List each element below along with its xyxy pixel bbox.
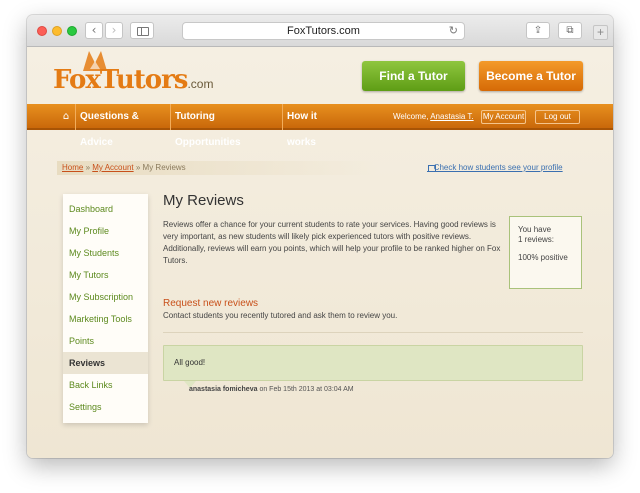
logout-button[interactable]: Log out <box>535 110 580 124</box>
breadcrumb-separator: » <box>135 163 141 172</box>
share-icon[interactable]: ⇪ <box>526 22 550 39</box>
review-stats-box: You have 1 reviews: 100% positive <box>509 216 582 289</box>
web-page: FoxTutors.com Find a Tutor Become a Tuto… <box>27 47 613 458</box>
request-reviews-link[interactable]: Request new reviews <box>163 298 258 309</box>
stats-line-1: You have <box>518 225 552 234</box>
address-bar[interactable]: FoxTutors.com ↻ <box>182 22 465 40</box>
welcome-prefix: Welcome, <box>393 112 429 121</box>
sidebar-item-settings[interactable]: Settings <box>63 396 148 418</box>
breadcrumb-current: My Reviews <box>142 163 186 172</box>
welcome-text: Welcome, Anastasia T. <box>393 104 474 130</box>
review-meta: anastasia fomicheva on Feb 15th 2013 at … <box>189 386 354 393</box>
sidebar-toggle-icon[interactable] <box>130 22 154 39</box>
breadcrumb-separator: » <box>85 163 91 172</box>
sidebar-item-my-subscription[interactable]: My Subscription <box>63 286 148 308</box>
breadcrumb: Home » My Account » My Reviews <box>62 162 186 174</box>
new-tab-button[interactable]: + <box>593 25 608 40</box>
logo-suffix: .com <box>187 77 214 91</box>
page-title: My Reviews <box>163 192 244 209</box>
sidebar-item-marketing-tools[interactable]: Marketing Tools <box>63 308 148 330</box>
check-profile-link-text: Check how students see your profile <box>433 163 563 172</box>
logo-text: FoxTutors <box>53 65 188 95</box>
url-text: FoxTutors.com <box>287 25 360 37</box>
site-logo[interactable]: FoxTutors.com <box>53 65 213 95</box>
account-sidebar: Dashboard My Profile My Students My Tuto… <box>63 194 148 423</box>
request-reviews-description: Contact students you recently tutored an… <box>163 311 398 320</box>
nav-questions-advice[interactable]: Questions & Advice <box>75 104 168 148</box>
find-tutor-button[interactable]: Find a Tutor <box>362 61 465 91</box>
close-window-button[interactable] <box>37 26 47 36</box>
breadcrumb-home-link[interactable]: Home <box>62 163 83 172</box>
sidebar-item-points[interactable]: Points <box>63 330 148 352</box>
review-author: anastasia fomicheva <box>189 386 258 393</box>
reviews-intro-text: Reviews offer a chance for your current … <box>163 220 501 265</box>
zoom-window-button[interactable] <box>67 26 77 36</box>
review-card: All good! <box>163 345 583 381</box>
sidebar-item-my-tutors[interactable]: My Tutors <box>63 264 148 286</box>
sidebar-item-dashboard[interactable]: Dashboard <box>63 198 148 220</box>
stats-line-2: 1 reviews: <box>518 235 555 244</box>
sidebar-item-my-students[interactable]: My Students <box>63 242 148 264</box>
nav-tutoring-opportunities[interactable]: Tutoring Opportunities <box>170 104 280 148</box>
browser-toolbar: ‹ › FoxTutors.com ↻ ⇪ ⧉ + <box>27 15 613 47</box>
my-account-button[interactable]: My Account <box>481 110 526 124</box>
sidebar-item-back-links[interactable]: Back Links <box>63 374 148 396</box>
reload-icon[interactable]: ↻ <box>449 23 458 39</box>
section-divider <box>163 332 583 333</box>
back-button[interactable]: ‹ <box>85 22 103 39</box>
home-icon[interactable]: ⌂ <box>58 104 74 130</box>
main-nav: ⌂ Questions & Advice Tutoring Opportunit… <box>27 104 613 148</box>
minimize-window-button[interactable] <box>52 26 62 36</box>
tabs-overview-icon[interactable]: ⧉ <box>558 22 582 39</box>
browser-window: ‹ › FoxTutors.com ↻ ⇪ ⧉ + FoxTutors.com … <box>27 15 613 458</box>
breadcrumb-account-link[interactable]: My Account <box>92 163 133 172</box>
check-profile-link[interactable]: Check how students see your profile <box>427 162 563 174</box>
sidebar-item-reviews[interactable]: Reviews <box>63 352 148 374</box>
review-date: on Feb 15th 2013 at 03:04 AM <box>259 386 354 393</box>
sidebar-item-my-profile[interactable]: My Profile <box>63 220 148 242</box>
become-tutor-button[interactable]: Become a Tutor <box>479 61 583 91</box>
forward-button[interactable]: › <box>105 22 123 39</box>
nav-how-it-works[interactable]: How it works <box>282 104 345 148</box>
stats-positive: 100% positive <box>518 253 568 262</box>
welcome-user-link[interactable]: Anastasia T. <box>430 112 473 121</box>
review-text: All good! <box>174 358 206 367</box>
